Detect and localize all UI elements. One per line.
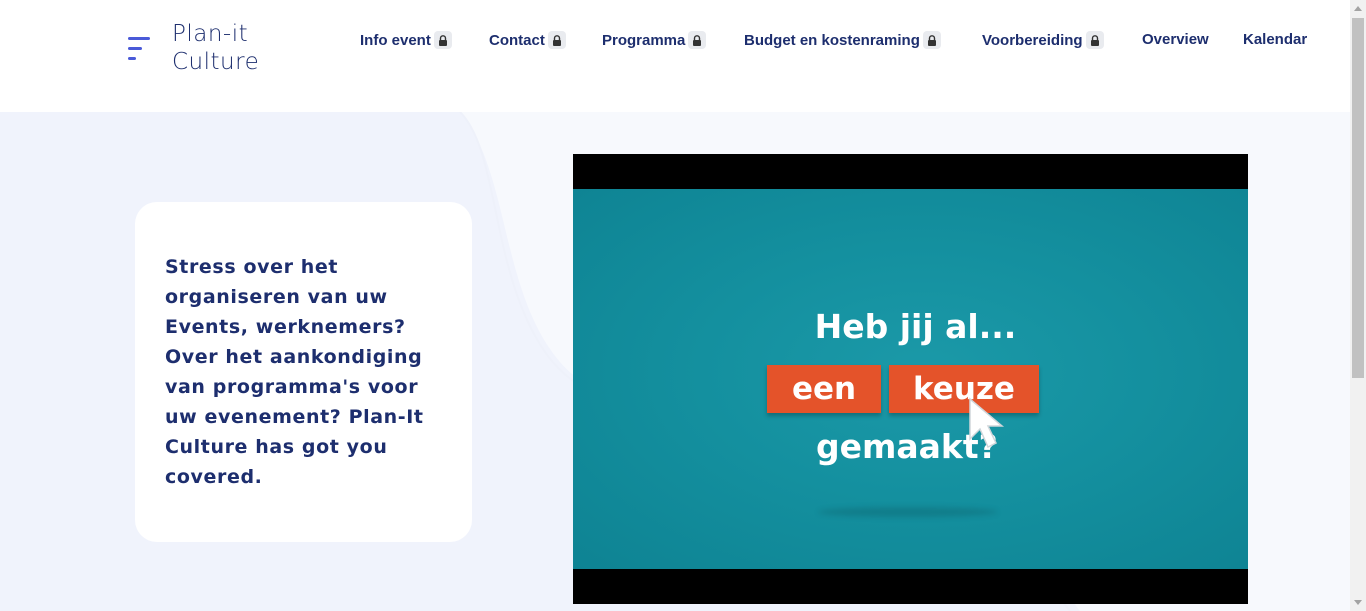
scroll-up-arrow-icon[interactable] [1350, 0, 1366, 16]
lock-icon [1085, 31, 1104, 49]
hero-section: Stress over het organiseren van uw Event… [0, 112, 1350, 611]
nav-item-kalendar[interactable]: Kalendar [1243, 31, 1307, 48]
lock-icon [922, 31, 941, 49]
lock-icon [433, 31, 452, 49]
scroll-thumb[interactable] [1352, 18, 1364, 378]
hamburger-menu-icon[interactable] [128, 33, 152, 63]
nav-item-overview[interactable]: Overview [1142, 31, 1209, 48]
nav-item-label: Voorbereiding [982, 31, 1083, 49]
nav-item-label: Overview [1142, 31, 1209, 48]
intro-text: Stress over het organiseren van uw Event… [165, 256, 424, 488]
nav-item-info-event[interactable]: Info event [360, 31, 452, 49]
nav-item-contact[interactable]: Contact [489, 31, 566, 49]
video-shadow [818, 507, 998, 517]
mouse-pointer-icon [969, 397, 1005, 449]
lock-icon [547, 31, 566, 49]
brand-name-line2: Culture [172, 49, 260, 75]
nav-item-programma[interactable]: Programma [602, 31, 707, 49]
brand-name: Plan-it Culture [172, 20, 259, 76]
page: Plan-it Culture Info event Contact Progr… [0, 0, 1366, 611]
video-word-keuze: keuze [889, 365, 1039, 413]
nav-item-budget[interactable]: Budget en kostenraming [744, 31, 941, 49]
video-word-een: een [767, 365, 881, 413]
video-caption-line1: Heb jij al... [814, 307, 1017, 346]
video-player[interactable]: Heb jij al... een keuze gemaakt? [573, 154, 1248, 604]
nav-item-label: Kalendar [1243, 31, 1308, 48]
brand-name-line1: Plan-it [172, 21, 249, 47]
nav-item-voorbereiding[interactable]: Voorbereiding [982, 31, 1104, 49]
brand-logo[interactable]: Plan-it Culture [128, 20, 259, 76]
nav-item-label: Contact [489, 31, 545, 49]
vertical-scrollbar[interactable] [1350, 0, 1366, 611]
lock-icon [688, 31, 707, 49]
scroll-down-arrow-icon[interactable] [1350, 595, 1366, 611]
nav-item-label: Budget en kostenraming [744, 31, 920, 49]
video-frame[interactable]: Heb jij al... een keuze gemaakt? [573, 189, 1248, 569]
intro-card: Stress over het organiseren van uw Event… [135, 202, 472, 542]
nav-item-label: Programma [602, 31, 686, 49]
nav-item-label: Info event [360, 31, 431, 49]
site-header: Plan-it Culture Info event Contact Progr… [0, 0, 1350, 112]
